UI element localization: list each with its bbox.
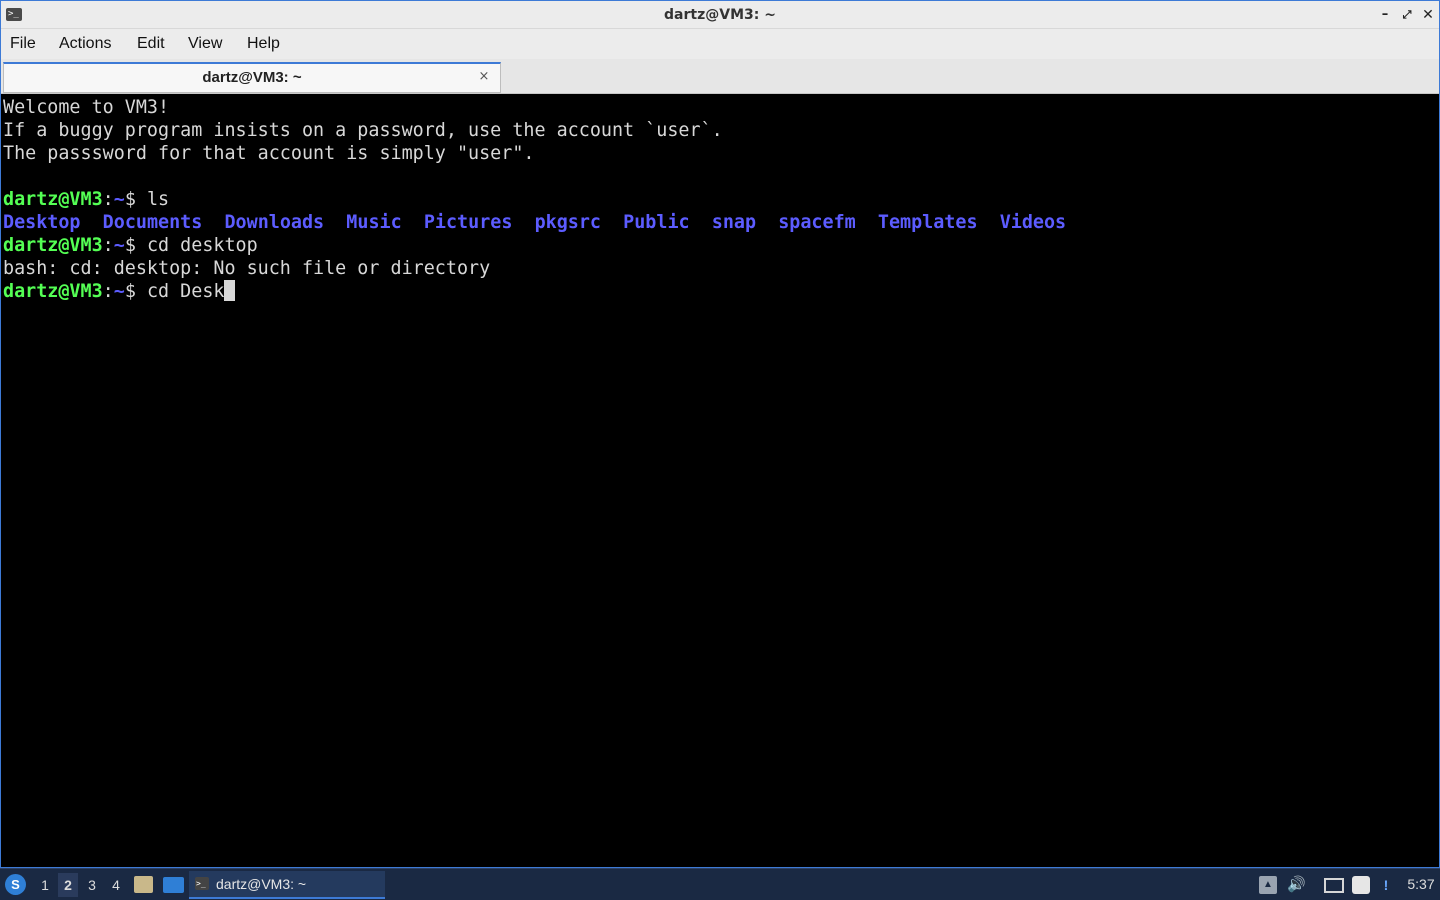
minimize-button[interactable]: – (1376, 6, 1394, 24)
maximize-button[interactable]: ⤢ (1398, 6, 1416, 24)
error-line: bash: cd: desktop: No such file or direc… (3, 258, 491, 279)
dir-entry: Downloads (224, 212, 325, 233)
welcome-line-3: The passsword for that account is simply… (3, 143, 535, 164)
terminal-output[interactable]: Welcome to VM3! If a buggy program insist… (1, 94, 1439, 867)
tab-close-icon[interactable]: × (476, 69, 492, 85)
command-line-3: dartz@VM3:~$ cd Desk (3, 280, 1439, 303)
dir-entry: snap (711, 212, 757, 233)
menu-actions[interactable]: Actions (59, 29, 111, 59)
dir-entry: Templates (877, 212, 978, 233)
command-line-2: dartz@VM3:~$ cd desktop (3, 234, 1439, 257)
tab-bar: dartz@VM3: ~ × (1, 59, 1439, 94)
taskbar-item-terminal[interactable]: >_ dartz@VM3: ~ (189, 871, 385, 899)
taskbar-item-label: dartz@VM3: ~ (216, 876, 307, 892)
dir-entry: spacefm (778, 212, 856, 233)
network-icon[interactable] (1324, 878, 1344, 893)
command-text: ls (146, 189, 170, 210)
menu-bar: File Actions Edit View Help (1, 29, 1439, 59)
prompt-separator: : (102, 235, 114, 256)
notification-icon[interactable]: ! (1377, 876, 1395, 894)
workspace-1[interactable]: 1 (35, 873, 55, 897)
workspace-2[interactable]: 2 (58, 873, 78, 897)
menu-help[interactable]: Help (247, 29, 280, 59)
tab-label: dartz@VM3: ~ (202, 69, 302, 86)
workspace-4[interactable]: 4 (106, 873, 126, 897)
file-manager-icon[interactable] (134, 876, 153, 893)
volume-icon[interactable]: 🔊 (1287, 876, 1306, 894)
menu-file[interactable]: File (10, 29, 36, 59)
prompt-path: ~ (113, 235, 125, 256)
workspace-3[interactable]: 3 (82, 873, 102, 897)
dir-entry: Desktop (3, 212, 81, 233)
dir-entry: pkgsrc (534, 212, 601, 233)
welcome-line-1: Welcome to VM3! (3, 97, 170, 118)
taskbar: S 1 2 3 4 >_ dartz@VM3: ~ ▲ 🔊 ! 5:37 (0, 868, 1440, 900)
command-text: cd desktop (146, 235, 258, 256)
prompt-user: dartz@VM3 (3, 189, 103, 210)
tray-expand-icon[interactable]: ▲ (1259, 876, 1277, 894)
prompt-user: dartz@VM3 (3, 281, 103, 302)
menu-edit[interactable]: Edit (137, 29, 165, 59)
ls-output: Desktop Documents Downloads Music Pictur… (3, 211, 1439, 234)
clipboard-icon[interactable] (1352, 876, 1370, 894)
prompt-dollar: $ (124, 281, 147, 302)
prompt-separator: : (102, 281, 114, 302)
prompt-user: dartz@VM3 (3, 235, 103, 256)
prompt-dollar: $ (124, 189, 147, 210)
terminal-window: >_ dartz@VM3: ~ – ⤢ ✕ File Actions Edit … (0, 0, 1440, 868)
close-window-button[interactable]: ✕ (1419, 6, 1437, 24)
dir-entry: Music (346, 212, 402, 233)
prompt-path: ~ (113, 189, 125, 210)
dir-entry: Public (623, 212, 690, 233)
prompt-path: ~ (113, 281, 125, 302)
show-desktop-icon[interactable] (163, 877, 184, 893)
dir-entry: Videos (999, 212, 1067, 233)
text-cursor (224, 280, 236, 301)
tab-terminal[interactable]: dartz@VM3: ~ × (3, 62, 501, 93)
dir-entry: Documents (102, 212, 203, 233)
welcome-line-2: If a buggy program insists on a password… (3, 120, 723, 141)
menu-view[interactable]: View (188, 29, 222, 59)
terminal-icon: >_ (195, 877, 209, 890)
clock[interactable]: 5:37 (1402, 869, 1440, 900)
prompt-separator: : (102, 189, 114, 210)
start-menu-icon[interactable]: S (5, 874, 26, 895)
command-line-1: dartz@VM3:~$ ls (3, 188, 1439, 211)
prompt-dollar: $ (124, 235, 147, 256)
window-title: dartz@VM3: ~ (664, 7, 776, 23)
dir-entry: Pictures (423, 212, 513, 233)
command-input[interactable]: cd Desk (147, 281, 225, 302)
title-bar[interactable]: >_ dartz@VM3: ~ – ⤢ ✕ (1, 1, 1439, 29)
